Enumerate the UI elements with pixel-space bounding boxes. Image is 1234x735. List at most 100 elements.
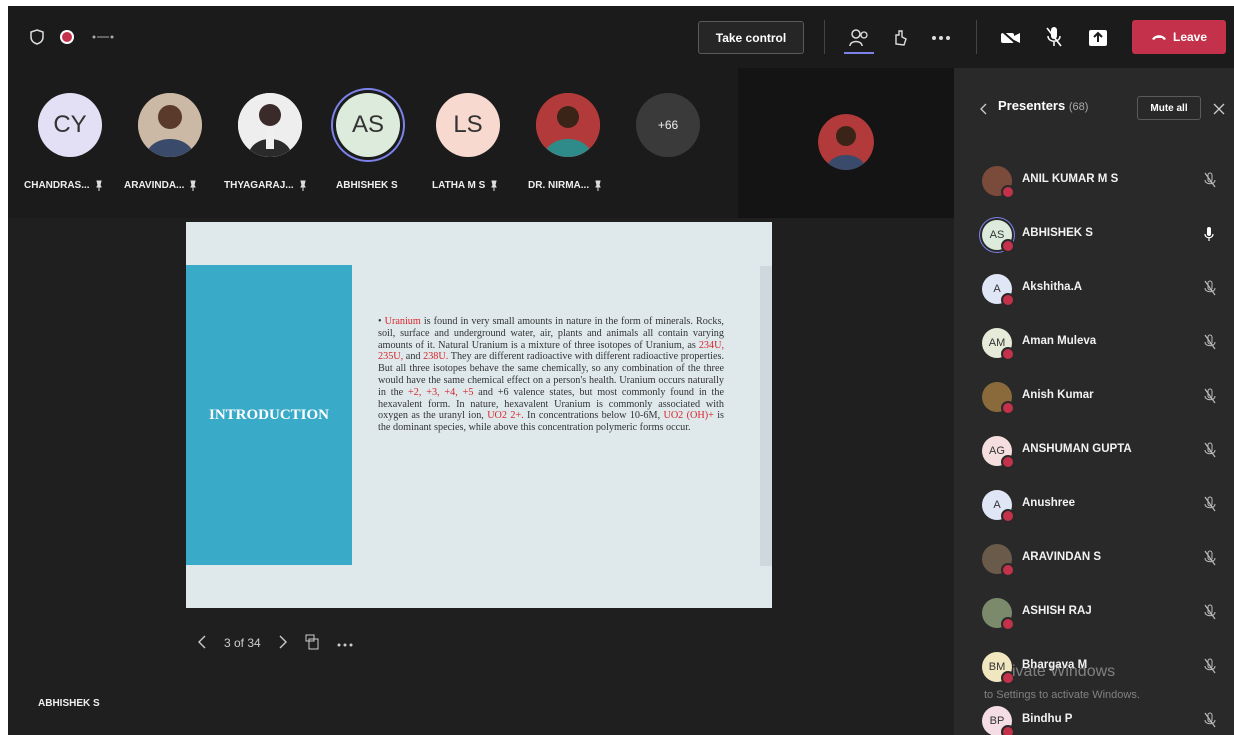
- record-icon: [58, 28, 76, 46]
- presenter-row[interactable]: ANIL KUMAR M S: [954, 154, 1234, 208]
- person-photo-icon: [536, 93, 600, 157]
- presenters-panel: Presenters (68) Mute all ANIL KUMAR M S A…: [954, 68, 1234, 735]
- participant-tile[interactable]: LS LATHA M S: [424, 88, 524, 208]
- more-icon[interactable]: [337, 636, 353, 650]
- mic-off-icon[interactable]: [1204, 550, 1216, 571]
- avatar: AS: [982, 220, 1015, 253]
- close-icon[interactable]: [1213, 102, 1225, 120]
- avatar: BM: [982, 652, 1015, 685]
- status-dot: [1001, 617, 1015, 631]
- participant-tile[interactable]: AS ABHISHEK S: [324, 88, 424, 208]
- presenter-row[interactable]: Anish Kumar: [954, 370, 1234, 424]
- presenter-row[interactable]: A Akshitha.A: [954, 262, 1234, 316]
- presenter-row[interactable]: ASHISH RAJ: [954, 586, 1234, 640]
- mic-icon[interactable]: [1204, 226, 1214, 247]
- phone-icon: [1151, 30, 1167, 44]
- avatar: [982, 598, 1015, 631]
- presenter-name: Akshitha.A: [1022, 281, 1083, 293]
- avatar-initials: A: [993, 283, 1001, 295]
- presenter-row[interactable]: ARAVINDAN S: [954, 532, 1234, 586]
- more-participants-tile[interactable]: +66: [624, 88, 724, 208]
- mic-off-icon[interactable]: [1204, 496, 1216, 517]
- reactions-icon[interactable]: [888, 26, 912, 50]
- person-photo-icon: [138, 93, 202, 157]
- status-dot: [1001, 239, 1015, 253]
- mic-off-icon[interactable]: [1204, 172, 1216, 193]
- status-dot: [1001, 455, 1015, 469]
- overflow-count[interactable]: +66: [636, 93, 700, 157]
- pin-icon: [491, 180, 498, 191]
- presenter-row[interactable]: A Anushree: [954, 478, 1234, 532]
- meeting-window: Take control Leave CY CHANDRAS... ARAVIN…: [8, 6, 1234, 735]
- avatar: LS: [436, 93, 500, 157]
- panel-header: Presenters (68) Mute all: [954, 68, 1234, 138]
- chevron-left-icon[interactable]: [198, 635, 206, 652]
- mute-all-button[interactable]: Mute all: [1137, 96, 1201, 120]
- avatar: [138, 93, 202, 157]
- slide-heading: INTRODUCTION: [208, 406, 329, 423]
- avatar: AS: [336, 93, 400, 157]
- slides-grid-icon[interactable]: [305, 634, 319, 653]
- presenter-row[interactable]: AS ABHISHEK S: [954, 208, 1234, 262]
- highlighted-text: Uranium: [384, 316, 421, 327]
- highlighted-text: UO2 (OH)+: [663, 410, 714, 422]
- presenter-name: Anish Kumar: [1022, 389, 1094, 401]
- body-text: In concentrations below 10-6M,: [523, 410, 664, 422]
- status-dot: [1001, 563, 1015, 577]
- participant-tile[interactable]: CY CHANDRAS...: [24, 88, 126, 208]
- presenter-row[interactable]: AM Aman Muleva: [954, 316, 1234, 370]
- status-dot: [1001, 347, 1015, 361]
- pin-icon: [190, 180, 197, 191]
- mic-off-icon[interactable]: [1204, 658, 1216, 679]
- person-photo-icon: [238, 93, 302, 157]
- avatar: CY: [38, 93, 102, 157]
- shield-icon[interactable]: [28, 28, 46, 46]
- avatar: A: [982, 490, 1015, 523]
- divider: [976, 20, 977, 54]
- avatar-initials: AM: [988, 337, 1006, 349]
- participants-icon[interactable]: [844, 24, 874, 54]
- more-icon[interactable]: [930, 28, 952, 48]
- participant-tile[interactable]: ARAVINDA...: [124, 88, 226, 208]
- panel-title: Presenters (68): [998, 98, 1088, 113]
- take-control-button[interactable]: Take control: [698, 21, 804, 54]
- presenter-name: ARAVINDAN S: [1022, 551, 1102, 563]
- participant-name: LATHA M S: [432, 180, 486, 191]
- dots-icon: [90, 28, 116, 46]
- avatar-initials: BM: [988, 661, 1006, 673]
- slide-scrollbar[interactable]: [760, 266, 772, 566]
- presenter-name: ANSHUMAN GUPTA: [1022, 443, 1132, 455]
- presenter-name: Anushree: [1022, 497, 1076, 509]
- leave-button[interactable]: Leave: [1132, 20, 1226, 54]
- presenter-name: ASHISH RAJ: [1022, 605, 1092, 617]
- mic-off-icon[interactable]: [1204, 280, 1216, 301]
- participant-tile[interactable]: DR. NIRMA...: [524, 88, 624, 208]
- chevron-right-icon[interactable]: [279, 635, 287, 652]
- body-text: and: [403, 351, 424, 363]
- chevron-left-icon[interactable]: [980, 102, 987, 120]
- mic-off-icon[interactable]: [1204, 712, 1216, 733]
- participant-tile[interactable]: THYAGARAJ...: [224, 88, 326, 208]
- mic-off-icon[interactable]: [1204, 388, 1216, 409]
- share-icon[interactable]: [1086, 26, 1110, 50]
- avatar-initials: AS: [989, 229, 1005, 241]
- camera-off-icon[interactable]: [998, 26, 1024, 50]
- activation-watermark-hint: to Settings to activate Windows.: [984, 689, 1140, 701]
- presenter-name: ABHISHEK S: [1022, 227, 1093, 239]
- participant-name: THYAGARAJ...: [224, 180, 294, 191]
- shared-content-stage: INTRODUCTION • Uranium is found in very …: [8, 218, 954, 735]
- participants-strip: CY CHANDRAS... ARAVINDA... THYAGARAJ... …: [8, 68, 954, 218]
- mic-off-icon[interactable]: [1204, 604, 1216, 625]
- avatar: AM: [982, 328, 1015, 361]
- mic-off-icon[interactable]: [1204, 334, 1216, 355]
- leave-label: Leave: [1172, 30, 1208, 44]
- page-indicator: 3 of 34: [224, 636, 261, 650]
- presenter-row[interactable]: AG ANSHUMAN GUPTA: [954, 424, 1234, 478]
- participant-name: ARAVINDA...: [124, 180, 185, 191]
- highlighted-text: UO2 2+.: [487, 410, 524, 422]
- status-dot: [1001, 185, 1015, 199]
- panel-title-text: Presenters: [998, 98, 1066, 113]
- body-text: is found in very small amounts in nature…: [378, 316, 724, 351]
- mic-off-icon[interactable]: [1204, 442, 1216, 463]
- mic-off-icon[interactable]: [1042, 24, 1066, 50]
